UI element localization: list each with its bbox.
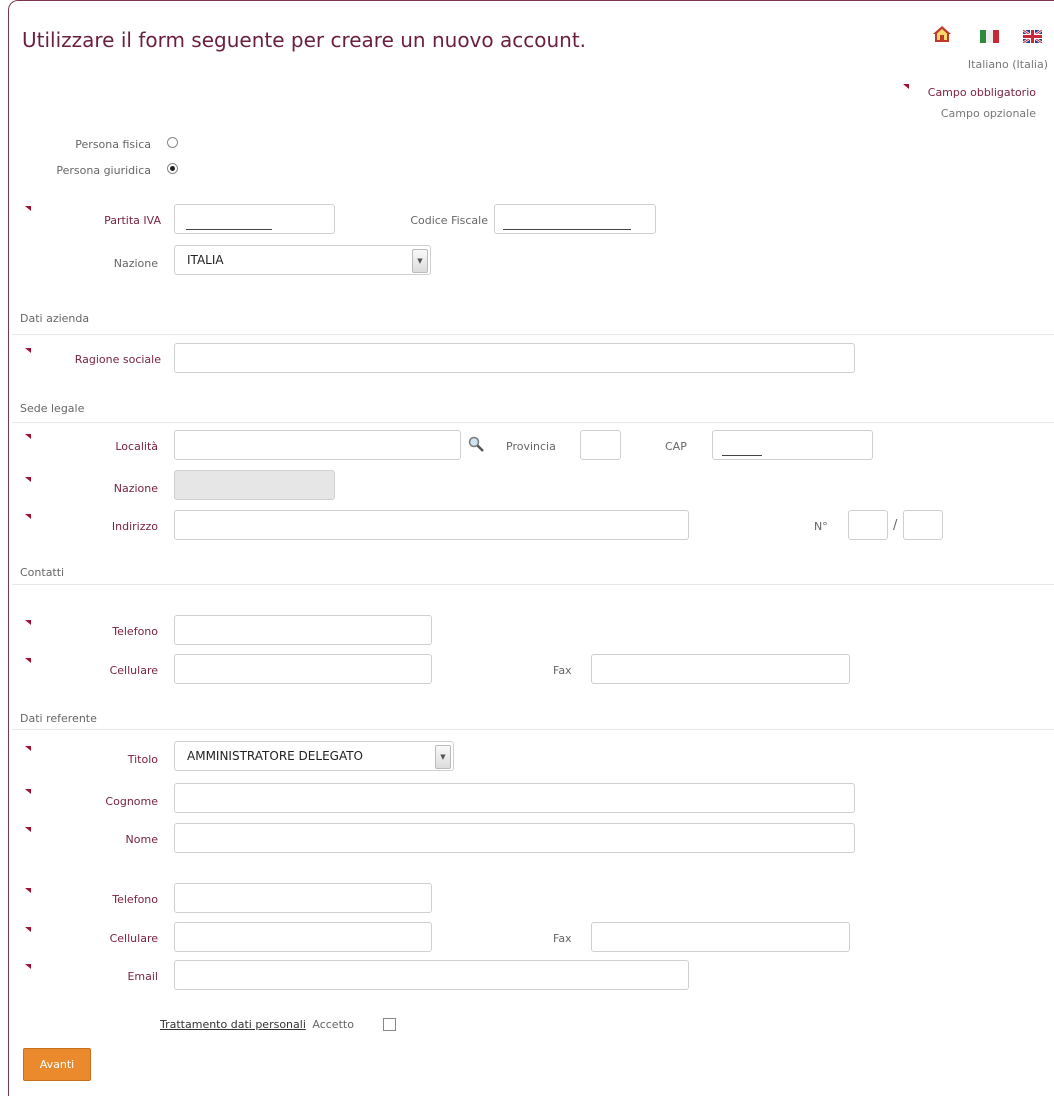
divider — [12, 584, 1054, 585]
nome-input[interactable] — [174, 823, 855, 853]
fax-label: Fax — [553, 664, 572, 677]
page-frame — [8, 0, 1054, 1096]
legend-required: Campo obbligatorio — [927, 86, 1036, 99]
ragione-sociale-label: Ragione sociale — [74, 353, 161, 366]
cellulare-input[interactable] — [174, 654, 432, 684]
ragione-sociale-input[interactable] — [174, 343, 855, 373]
cognome-label: Cognome — [105, 795, 158, 808]
cap-label: CAP — [665, 440, 687, 453]
titolo-label: Titolo — [127, 753, 158, 766]
accept-checkbox[interactable] — [383, 1018, 396, 1031]
required-marker — [25, 746, 31, 751]
required-marker — [25, 620, 31, 625]
divider — [12, 334, 1054, 335]
cellulare-label: Cellulare — [109, 664, 158, 677]
divider — [12, 422, 1054, 423]
partita-iva-label: Partita IVA — [104, 214, 161, 227]
email-input[interactable] — [174, 960, 689, 990]
sede-nazione-label: Nazione — [113, 482, 158, 495]
section-sede-legale: Sede legale — [20, 402, 85, 415]
required-marker — [25, 888, 31, 893]
privacy-row: Trattamento dati personali Accetto — [160, 1018, 354, 1031]
section-contatti: Contatti — [20, 566, 65, 579]
fax-input[interactable] — [591, 654, 850, 684]
email-label: Email — [127, 970, 158, 983]
section-dati-referente: Dati referente — [20, 712, 97, 725]
nazione-label: Nazione — [113, 257, 158, 270]
cap-mask — [722, 455, 762, 456]
codice-fiscale-label: Codice Fiscale — [410, 214, 488, 227]
divider — [12, 729, 1054, 730]
search-icon[interactable] — [467, 435, 485, 453]
required-marker — [25, 434, 31, 439]
referente-cellulare-input[interactable] — [174, 922, 432, 952]
page-title: Utilizzare il form seguente per creare u… — [22, 28, 587, 52]
numero-input[interactable] — [848, 510, 888, 540]
section-dati-azienda: Dati azienda — [20, 312, 90, 325]
chevron-down-icon: ▼ — [412, 249, 428, 273]
numero-bis-input[interactable] — [903, 510, 943, 540]
nazione-value: ITALIA — [187, 253, 224, 267]
nazione-select[interactable]: ITALIA ▼ — [174, 245, 431, 275]
avanti-button[interactable]: Avanti — [23, 1048, 91, 1081]
localita-input[interactable] — [174, 430, 461, 460]
indirizzo-label: Indirizzo — [111, 520, 158, 533]
home-icon[interactable] — [932, 25, 952, 43]
partita-iva-mask — [186, 229, 272, 230]
referente-fax-input[interactable] — [591, 922, 850, 952]
legend-optional: Campo opzionale — [940, 107, 1036, 120]
indirizzo-input[interactable] — [174, 510, 689, 540]
persona-giuridica-label: Persona giuridica — [56, 164, 151, 177]
required-marker — [25, 348, 31, 353]
telefono-label: Telefono — [112, 625, 158, 638]
required-marker — [25, 477, 31, 482]
chevron-down-icon: ▼ — [435, 745, 451, 769]
sede-nazione-input — [174, 470, 335, 500]
nome-label: Nome — [125, 833, 158, 846]
required-marker — [903, 84, 909, 89]
cognome-input[interactable] — [174, 783, 855, 813]
telefono-input[interactable] — [174, 615, 432, 645]
localita-label: Località — [115, 440, 158, 453]
referente-telefono-label: Telefono — [112, 893, 158, 906]
numero-label: N° — [814, 520, 828, 533]
required-marker — [25, 927, 31, 932]
titolo-select[interactable]: AMMINISTRATORE DELEGATO ▼ — [174, 741, 454, 771]
referente-cellulare-label: Cellulare — [109, 932, 158, 945]
provincia-input[interactable] — [580, 430, 621, 460]
required-marker — [25, 789, 31, 794]
language-label: Italiano (Italia) — [967, 58, 1048, 71]
persona-fisica-radio[interactable] — [167, 137, 178, 148]
provincia-label: Provincia — [506, 440, 556, 453]
required-marker — [25, 658, 31, 663]
privacy-link[interactable]: Trattamento dati personali — [160, 1018, 306, 1031]
italian-flag-icon[interactable] — [980, 30, 999, 43]
referente-fax-label: Fax — [553, 932, 572, 945]
numero-slash: / — [893, 518, 898, 533]
referente-telefono-input[interactable] — [174, 883, 432, 913]
uk-flag-icon[interactable] — [1022, 28, 1043, 45]
accept-label: Accetto — [312, 1018, 354, 1031]
required-marker — [25, 206, 31, 211]
required-marker — [25, 514, 31, 519]
persona-fisica-label: Persona fisica — [75, 138, 151, 151]
required-marker — [25, 827, 31, 832]
persona-giuridica-radio[interactable] — [167, 163, 178, 174]
titolo-value: AMMINISTRATORE DELEGATO — [187, 749, 363, 763]
required-marker — [25, 964, 31, 969]
codice-fiscale-mask — [503, 229, 631, 230]
